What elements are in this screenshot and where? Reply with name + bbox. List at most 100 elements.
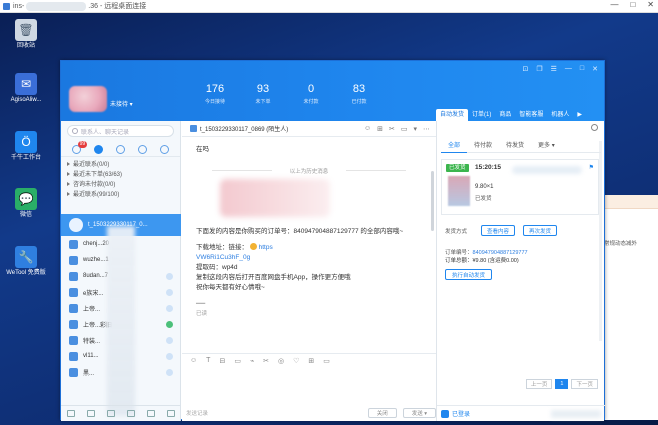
tabs-more-arrow-icon[interactable]: ▶	[573, 109, 586, 121]
mail-icon[interactable]	[107, 410, 115, 417]
emoji-icon[interactable]: ☺	[364, 125, 371, 133]
panel-scrollbar[interactable]	[599, 141, 602, 341]
close-icon[interactable]: ✕	[647, 0, 654, 9]
status-dot	[166, 368, 173, 376]
order-card[interactable]: 已发货 15:20:15 ⚑ 9.80×1 已发货	[441, 159, 599, 215]
user-icon	[190, 125, 197, 132]
group-icon[interactable]	[138, 145, 148, 154]
desktop-icon-wechat[interactable]: 💬 微信	[4, 188, 48, 219]
order-time: 15:20:15	[475, 164, 502, 171]
message-greeting: 在吗	[196, 146, 209, 153]
grid-icon[interactable]: ⊞	[377, 125, 383, 133]
tab-all[interactable]: 全部	[441, 141, 468, 153]
product-thumbnail	[448, 176, 470, 206]
contacts-icon[interactable]	[93, 145, 103, 154]
unread-badge: 99	[77, 141, 88, 148]
menu-icon[interactable]	[67, 410, 75, 417]
person-icon[interactable]	[115, 145, 125, 154]
mail-icon: ✉	[15, 73, 37, 95]
scissors-icon[interactable]: ✂	[263, 357, 269, 365]
calendar-icon[interactable]	[127, 410, 135, 417]
desktop-icon-recycle-bin[interactable]: 🗑 回收站	[4, 19, 48, 50]
window-icon[interactable]: ▭	[401, 125, 408, 133]
stat-today-served[interactable]: 176 今日接待	[191, 83, 239, 105]
message-line: 祝你每天都有好心情哦~	[196, 284, 265, 291]
maximize-icon[interactable]: □	[580, 65, 584, 73]
menu-icon[interactable]: ☰	[551, 65, 557, 73]
prev-page-button[interactable]: 上一页	[525, 379, 553, 389]
rd-title-suffix: .36 - 远程桌面连接	[88, 3, 147, 10]
tab-pending-payment[interactable]: 待付款	[467, 141, 499, 153]
chevron-down-icon[interactable]: ▾	[413, 125, 417, 133]
tab-smart-service[interactable]: 智能客服	[515, 109, 547, 121]
window-icon[interactable]: ▭	[323, 357, 330, 365]
page-number[interactable]: 1	[555, 379, 569, 389]
message-input[interactable]	[182, 367, 436, 405]
tab-products[interactable]: 商品	[495, 109, 515, 121]
send-history-link[interactable]: 发送记录	[186, 409, 208, 417]
restore-icon[interactable]: ❐	[536, 65, 542, 73]
grid-icon[interactable]: ⊞	[308, 357, 314, 365]
grid-icon[interactable]	[147, 410, 155, 417]
font-icon[interactable]: T	[206, 357, 210, 364]
send-button[interactable]: 发送 ▾	[402, 408, 436, 418]
emoji-icon[interactable]: ☺	[190, 357, 197, 364]
order-number[interactable]: 840947904887129777	[473, 250, 528, 256]
maximize-icon[interactable]: □	[630, 0, 635, 9]
picture-icon[interactable]	[87, 410, 95, 417]
ship-method-row: 发货方式 查看内容 再次发货	[445, 225, 595, 236]
recent-chat-icon[interactable]: 99	[71, 141, 88, 154]
desktop-icon-qianniu[interactable]: Ö 千牛工作台	[4, 131, 48, 162]
stat-unpaid[interactable]: 0 未付款	[287, 83, 335, 105]
window-icon[interactable]	[167, 410, 175, 417]
remote-desktop-icon	[3, 2, 10, 10]
message-body: 下面发的内容是你购买的订单号：840947904887129777 的全部内容哦…	[196, 227, 421, 319]
attachment-icon[interactable]: ⌁	[250, 357, 254, 365]
group-item[interactable]: 最近未下单(63/63)	[67, 170, 174, 180]
next-page-button[interactable]: 下一页	[571, 379, 598, 389]
redacted-host	[26, 1, 87, 11]
avatar[interactable]	[69, 86, 107, 112]
tab-more[interactable]: 更多 ▾	[531, 141, 562, 153]
resend-button[interactable]: 再次发货	[523, 225, 558, 236]
gear-icon[interactable]	[591, 124, 598, 131]
close-icon[interactable]: ✕	[592, 65, 598, 73]
chat-scrollbar[interactable]	[431, 171, 434, 231]
status-dot	[166, 304, 173, 312]
history-divider: 以上为历史消息	[212, 167, 406, 175]
coupon-icon[interactable]: ◎	[278, 357, 284, 365]
status-dot	[166, 288, 173, 296]
tab-auto-ship[interactable]: 自动发货	[436, 109, 469, 121]
desktop-icon-wetool[interactable]: 🔧 WeTool 免费版	[4, 246, 48, 277]
scissors-icon[interactable]: ✂	[389, 125, 395, 133]
tab-orders[interactable]: 订单(1)	[468, 109, 495, 121]
minimize-icon[interactable]: —	[565, 65, 572, 73]
order-panel: 全部 待付款 待发货 更多 ▾ 已发货 15:20:15 ⚑ 9.80×1 已发…	[436, 121, 605, 421]
desktop-icon-agiso[interactable]: ✉ AgisoAliw...	[4, 73, 48, 104]
minimize-icon[interactable]: —	[610, 0, 618, 9]
download-link[interactable]: https	[259, 244, 273, 251]
team-icon[interactable]	[160, 145, 170, 154]
tab-pending-ship[interactable]: 待发货	[499, 141, 531, 153]
image-icon[interactable]: ⊟	[219, 357, 225, 365]
more-icon[interactable]: ⋯	[423, 125, 430, 133]
stat-paid[interactable]: 83 已付款	[335, 83, 383, 105]
contact-avatar	[69, 303, 78, 313]
group-item[interactable]: 咨询未付款(0/0)	[67, 180, 174, 190]
nickname-status[interactable]: 未接待 ▾	[110, 99, 133, 108]
screenshot-icon[interactable]: ⊡	[522, 65, 528, 73]
chat-contact-title: t_1503229330117_0869 (陌生人)	[200, 127, 289, 133]
group-item[interactable]: 最近联系(0/0)	[67, 160, 174, 170]
flag-icon[interactable]: ⚑	[589, 164, 594, 171]
stat-not-ordered[interactable]: 93 未下单	[239, 83, 287, 105]
tab-robot[interactable]: 机器人	[547, 109, 573, 121]
download-link-code[interactable]: VW6Ri1Cu3hF_0g	[196, 253, 421, 263]
close-button[interactable]: 关闭	[367, 408, 397, 418]
search-icon	[72, 128, 78, 134]
search-input[interactable]: 联系人、聊天记录	[67, 125, 174, 137]
auto-ship-button[interactable]: 执行自动发货	[445, 269, 493, 280]
folder-icon[interactable]: ▭	[234, 357, 241, 365]
view-content-button[interactable]: 查看内容	[481, 225, 516, 236]
group-item[interactable]: 最近联系(99/100)	[67, 190, 174, 200]
heart-icon[interactable]: ♡	[293, 357, 299, 365]
